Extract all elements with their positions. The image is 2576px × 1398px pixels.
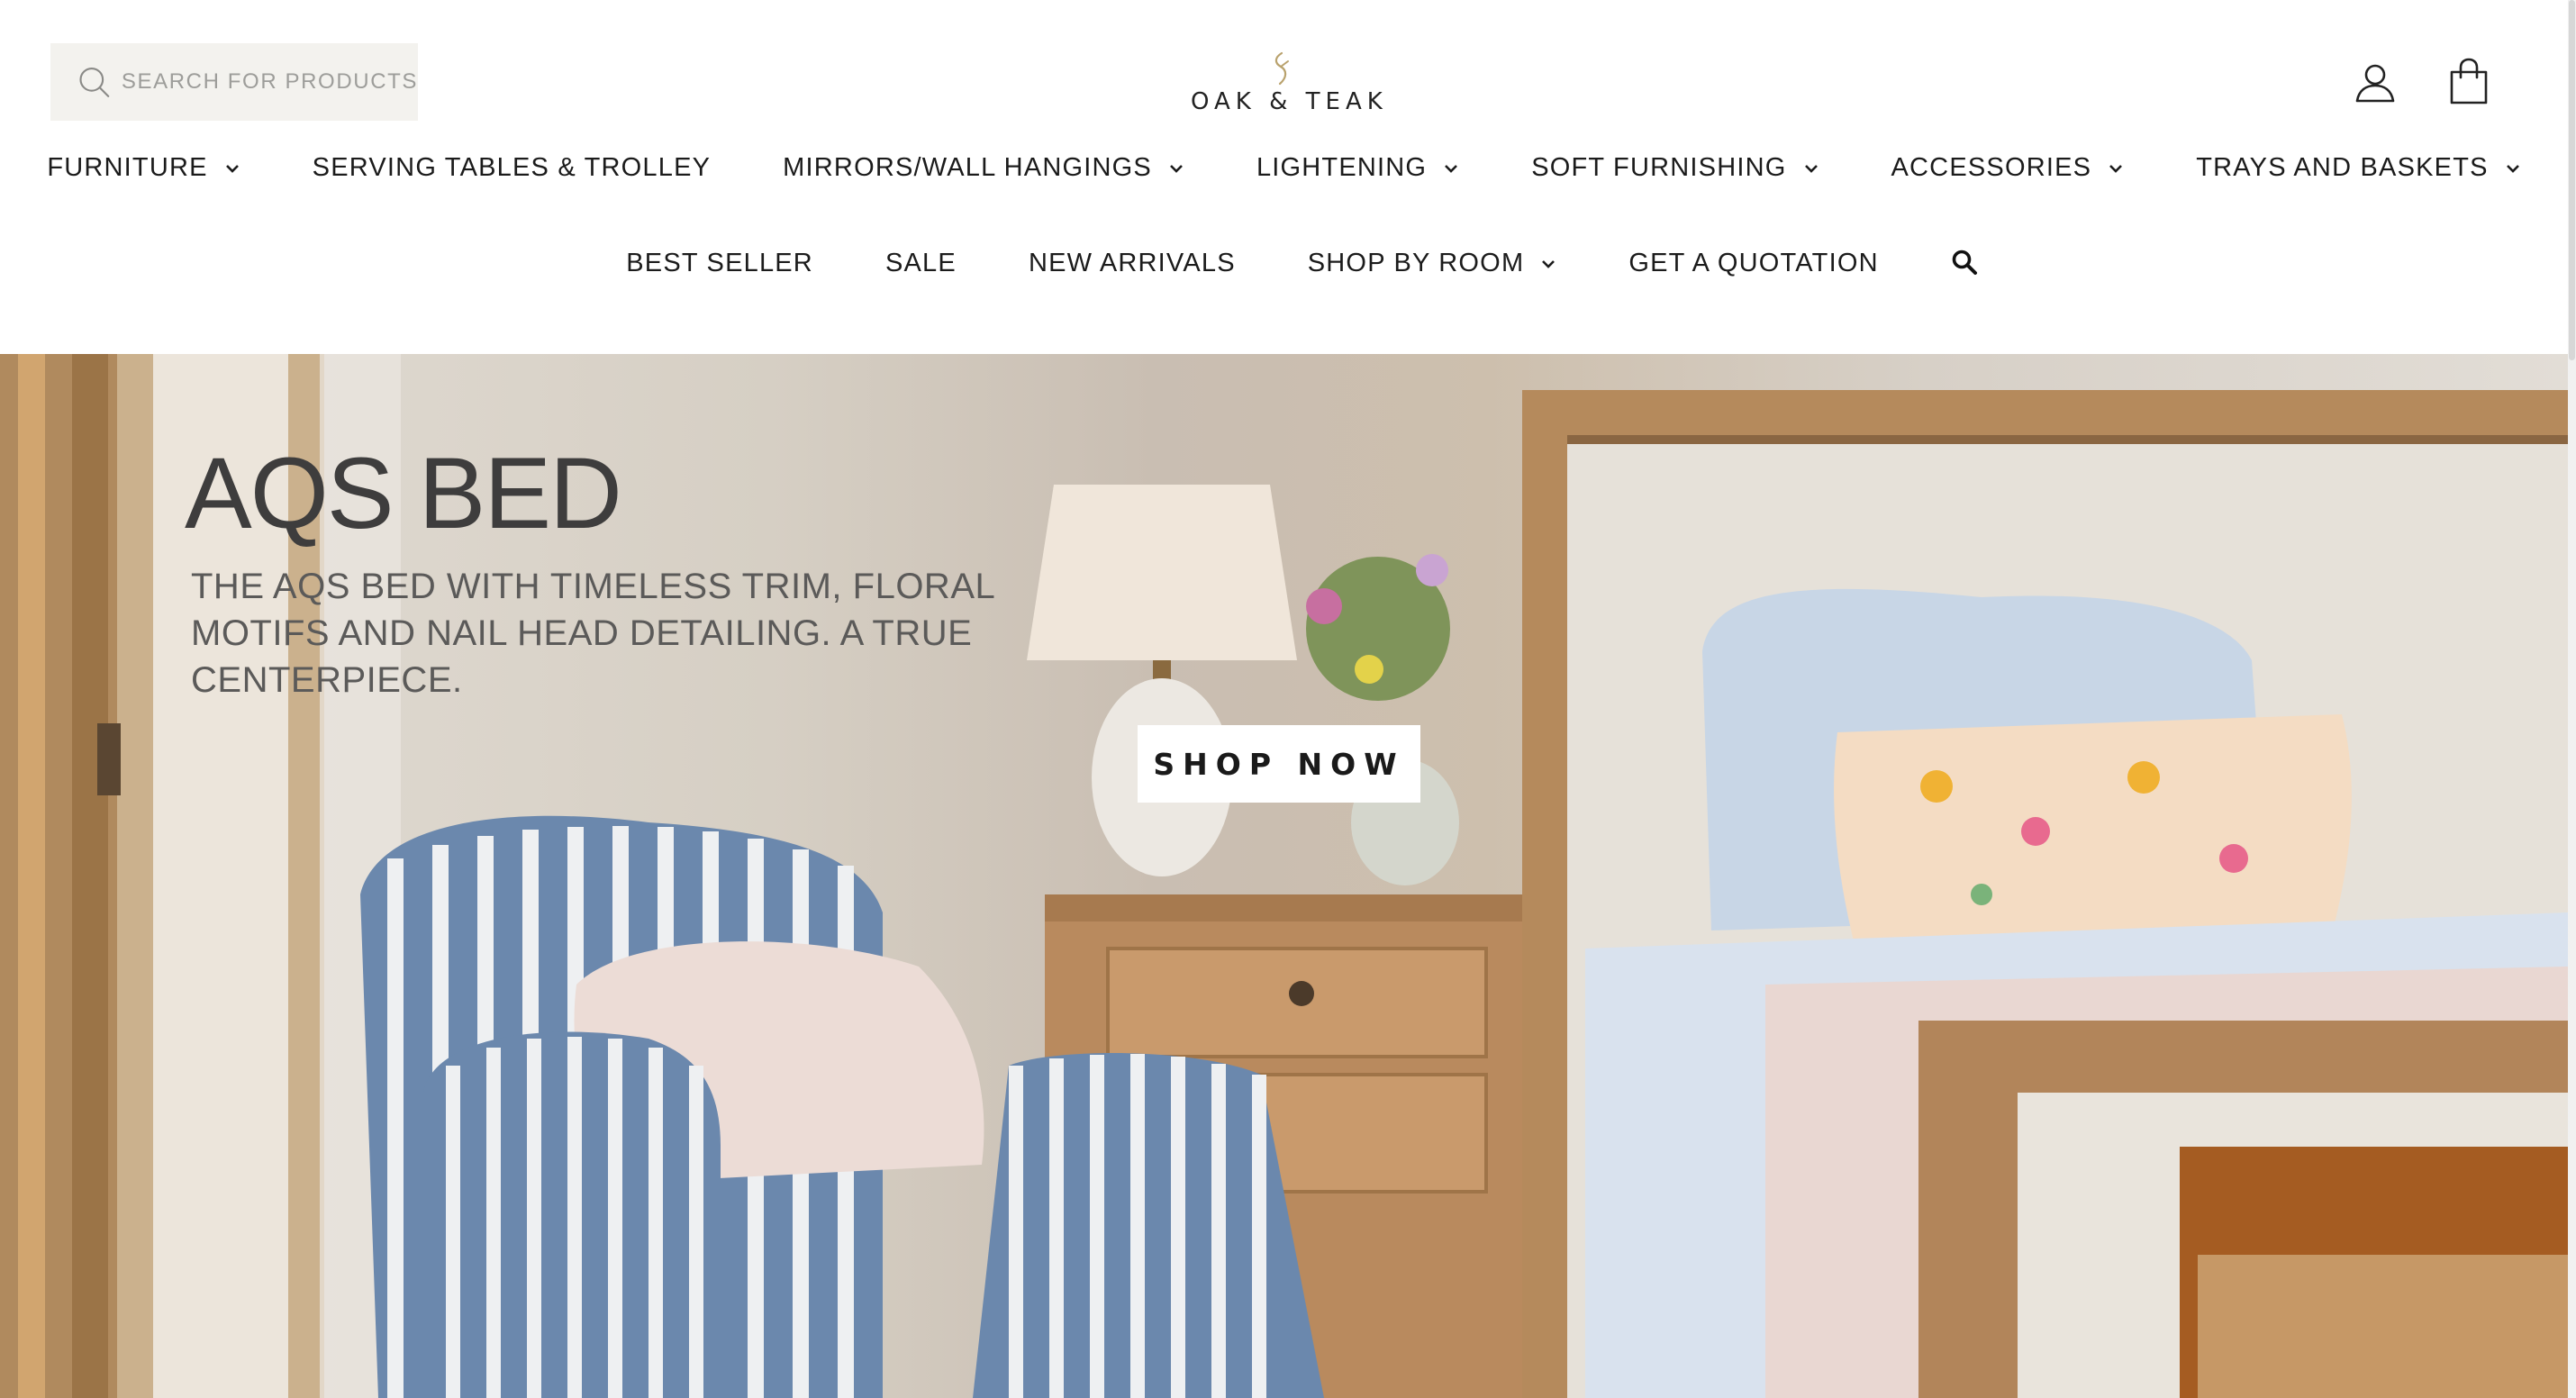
nav-item-label: BEST SELLER	[626, 249, 813, 277]
chevron-down-icon	[2109, 164, 2123, 173]
nav-item-shop-by-room[interactable]: SHOP BY ROOM	[1308, 249, 1557, 278]
nav-item-label: LIGHTENING	[1256, 153, 1428, 182]
nav-item-label: SERVING TABLES & TROLLEY	[312, 153, 712, 182]
secondary-nav: BEST SELLER SALE NEW ARRIVALS SHOP BY RO…	[0, 249, 2568, 278]
chevron-down-icon	[1170, 164, 1183, 173]
nav-item-label: MIRRORS/WALL HANGINGS	[783, 153, 1152, 182]
scrollbar-thumb[interactable]	[2569, 0, 2575, 360]
nav-item-label: FURNITURE	[47, 153, 208, 182]
page: SEARCH FOR PRODUCTS OAK & TEAK FURNITURE…	[0, 0, 2576, 1398]
site-header: SEARCH FOR PRODUCTS OAK & TEAK FURNITURE…	[0, 0, 2568, 354]
brand-logo[interactable]: OAK & TEAK	[1191, 50, 1388, 115]
search-icon	[79, 68, 110, 97]
nav-item-trays-baskets[interactable]: TRAYS AND BASKETS	[2196, 153, 2520, 183]
hero-banner: AQS BED THE AQS BED WITH TIMELESS TRIM, …	[0, 354, 2568, 1398]
nav-item-label: SOFT FURNISHING	[1531, 153, 1787, 182]
cart-icon[interactable]	[2448, 58, 2490, 104]
nav-item-label: GET A QUOTATION	[1628, 249, 1879, 277]
primary-nav: FURNITURE SERVING TABLES & TROLLEY MIRRO…	[0, 153, 2568, 183]
nav-item-furniture[interactable]: FURNITURE	[47, 153, 240, 183]
nav-item-sale[interactable]: SALE	[885, 249, 957, 278]
nav-item-serving-tables[interactable]: SERVING TABLES & TROLLEY	[313, 153, 712, 183]
brand-name: OAK & TEAK	[1191, 88, 1388, 115]
nav-item-get-quotation[interactable]: GET A QUOTATION	[1628, 249, 1878, 278]
chevron-down-icon	[1542, 259, 1556, 268]
chevron-down-icon	[1445, 164, 1458, 173]
nav-item-lightening[interactable]: LIGHTENING	[1256, 153, 1459, 183]
account-icon[interactable]	[2354, 61, 2396, 103]
nav-item-label: NEW ARRIVALS	[1028, 249, 1236, 277]
nav-item-new-arrivals[interactable]: NEW ARRIVALS	[1029, 249, 1236, 278]
nav-item-label: ACCESSORIES	[1891, 153, 2092, 182]
chevron-down-icon	[1804, 164, 1818, 173]
shop-now-button[interactable]: SHOP NOW	[1138, 725, 1420, 803]
logo-mark-icon	[1274, 51, 1289, 86]
nav-item-label: SHOP BY ROOM	[1307, 249, 1525, 277]
search-input[interactable]: SEARCH FOR PRODUCTS	[50, 43, 418, 121]
search-placeholder: SEARCH FOR PRODUCTS	[121, 69, 418, 94]
nav-item-label: TRAYS AND BASKETS	[2196, 153, 2489, 182]
chevron-down-icon	[225, 164, 239, 173]
nav-search-icon[interactable]	[1951, 249, 1978, 276]
nav-item-mirrors[interactable]: MIRRORS/WALL HANGINGS	[783, 153, 1184, 183]
nav-item-soft-furnishing[interactable]: SOFT FURNISHING	[1531, 153, 1819, 183]
nav-item-best-seller[interactable]: BEST SELLER	[626, 249, 813, 278]
hero-title: AQS BED	[185, 437, 622, 549]
nav-item-label: SALE	[884, 249, 957, 277]
hero-subtitle: THE AQS BED WITH TIMELESS TRIM, FLORAL M…	[191, 567, 994, 700]
chevron-down-icon	[2506, 164, 2519, 173]
nav-item-accessories[interactable]: ACCESSORIES	[1891, 153, 2125, 183]
